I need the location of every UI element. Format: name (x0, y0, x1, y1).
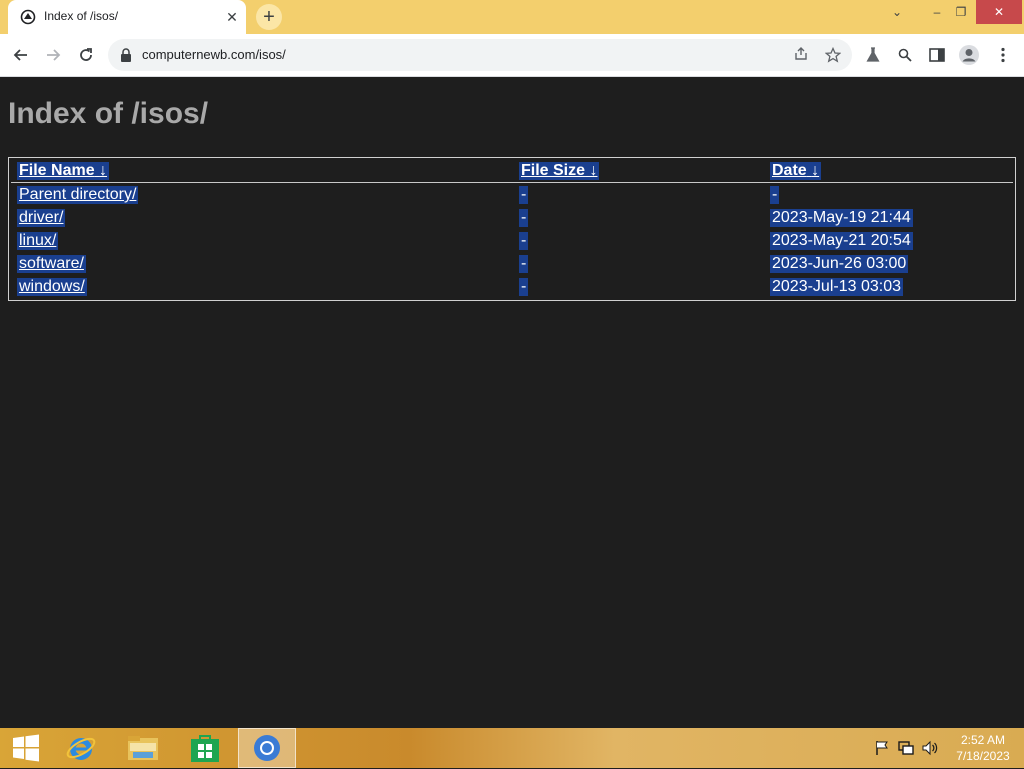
network-icon[interactable] (898, 740, 914, 756)
share-icon[interactable] (792, 47, 810, 65)
new-tab-button[interactable]: + (256, 4, 282, 30)
file-date: 2023-May-21 20:54 (770, 232, 913, 250)
internet-explorer-icon (66, 737, 96, 760)
file-listing-table: File Name ↓ File Size ↓ Date ↓ Parent di… (8, 157, 1016, 301)
store-button[interactable] (176, 728, 234, 768)
sort-arrow-icon[interactable]: ↓ (589, 162, 597, 179)
forward-arrow-icon (47, 49, 61, 61)
file-link-software[interactable]: software/ (17, 255, 86, 273)
column-header-file-name-label[interactable]: File Name (19, 162, 95, 179)
profile-avatar-icon[interactable] (956, 42, 982, 68)
header-divider (11, 182, 1013, 183)
file-date: - (770, 186, 780, 204)
file-link-parent-directory[interactable]: Parent directory/ (17, 186, 139, 204)
file-size: - (519, 186, 529, 204)
file-size: - (519, 278, 529, 296)
back-button[interactable] (8, 42, 34, 68)
file-link-windows[interactable]: windows/ (17, 278, 87, 296)
file-size: - (519, 255, 529, 273)
file-size: - (519, 209, 529, 227)
back-arrow-icon (13, 49, 27, 61)
tab-index-of-isos[interactable]: Index of /isos/ ✕ (8, 0, 246, 34)
file-size: - (519, 232, 529, 250)
site-favicon-icon (20, 9, 36, 25)
zoom-search-icon[interactable] (892, 42, 918, 68)
restore-button[interactable]: ❐ (944, 0, 978, 24)
column-header-file-name[interactable]: File Name ↓ (17, 162, 110, 180)
page-content: Index of /isos/ File Name ↓ File Size ↓ … (0, 77, 1024, 728)
tab-search-chevron-icon[interactable]: ⌄ (880, 0, 914, 24)
close-window-button[interactable]: ✕ (976, 0, 1022, 24)
url-text[interactable]: computernewb.com/isos/ (142, 47, 286, 62)
action-center-flag-icon[interactable] (874, 740, 890, 756)
side-panel-icon[interactable] (924, 42, 950, 68)
file-link-linux[interactable]: linux/ (17, 232, 59, 250)
browser-toolbar: computernewb.com/isos/ (0, 34, 1024, 77)
reload-button[interactable] (73, 42, 99, 68)
file-explorer-button[interactable] (114, 728, 172, 768)
internet-explorer-button[interactable] (52, 728, 110, 768)
clock-time: 2:52 AM (960, 733, 1006, 747)
address-bar[interactable]: computernewb.com/isos/ (108, 39, 852, 71)
store-icon (191, 735, 219, 762)
clock-date: 7/18/2023 (956, 749, 1010, 763)
tab-close-icon[interactable]: ✕ (224, 9, 240, 25)
taskbar: 2:52 AM 7/18/2023 (0, 728, 1024, 768)
file-date: 2023-Jun-26 03:00 (770, 255, 909, 273)
column-header-date[interactable]: Date ↓ (770, 162, 822, 180)
volume-icon[interactable] (922, 740, 938, 756)
start-icon (13, 734, 39, 762)
chrome-taskbar-button[interactable] (238, 728, 296, 768)
labs-flask-icon[interactable] (860, 42, 886, 68)
chrome-icon (254, 735, 280, 761)
start-button[interactable] (0, 728, 58, 768)
tab-title: Index of /isos/ (44, 9, 119, 23)
file-date: 2023-Jul-13 03:03 (770, 278, 903, 296)
reload-icon (80, 48, 92, 61)
bookmark-star-icon[interactable] (824, 46, 842, 65)
forward-button[interactable] (40, 42, 66, 68)
lock-icon[interactable] (120, 48, 132, 62)
file-date: 2023-May-19 21:44 (770, 209, 913, 227)
column-header-file-size[interactable]: File Size ↓ (519, 162, 600, 180)
file-explorer-icon (128, 736, 158, 760)
tab-strip: Index of /isos/ ✕ + ⌄ – ❐ ✕ (0, 0, 1024, 34)
column-header-date-label[interactable]: Date (772, 162, 807, 179)
system-clock[interactable]: 2:52 AM 7/18/2023 (948, 732, 1018, 764)
file-link-driver[interactable]: driver/ (17, 209, 66, 227)
sort-arrow-icon[interactable]: ↓ (811, 162, 819, 179)
page-title: Index of /isos/ (8, 97, 209, 130)
sort-arrow-icon[interactable]: ↓ (99, 162, 107, 179)
menu-kebab-icon[interactable] (990, 42, 1016, 68)
column-header-file-size-label[interactable]: File Size (521, 162, 585, 179)
